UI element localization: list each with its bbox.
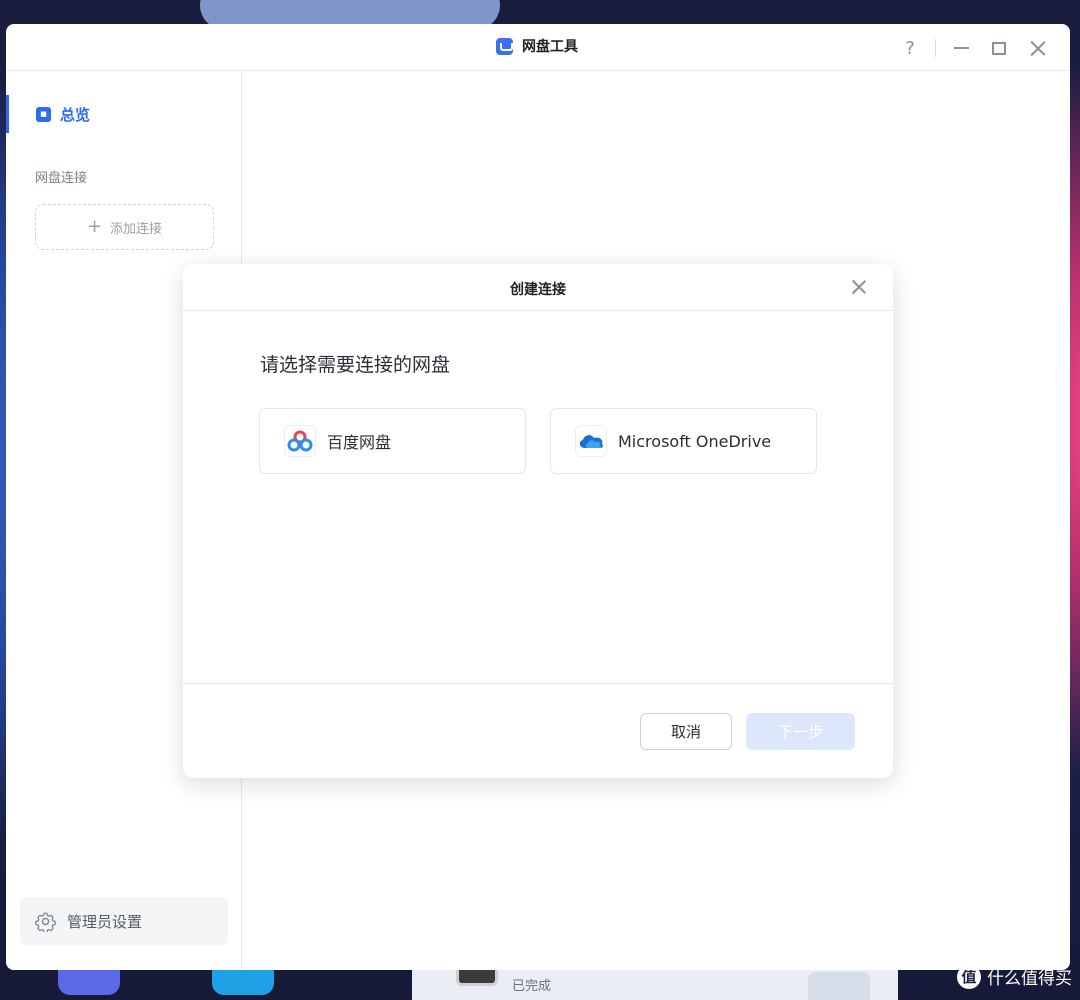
add-connection-button[interactable]: + 添加连接	[35, 204, 214, 250]
option-baidu-netdisk[interactable]: 百度网盘	[259, 408, 526, 474]
dialog-prompt: 请选择需要连接的网盘	[260, 354, 451, 376]
option-onedrive[interactable]: Microsoft OneDrive	[550, 408, 817, 474]
option-label: 百度网盘	[327, 433, 392, 452]
add-connection-label: 添加连接	[110, 221, 163, 237]
minimize-button[interactable]	[942, 34, 980, 62]
onedrive-icon	[575, 425, 607, 457]
netdisk-app-icon	[496, 37, 513, 55]
option-label: Microsoft OneDrive	[618, 431, 772, 451]
controls-divider	[935, 39, 936, 57]
help-icon: ?	[905, 37, 915, 59]
dialog-footer-divider	[183, 683, 893, 684]
maximize-icon	[992, 41, 1006, 55]
overview-icon: ■	[36, 106, 51, 122]
next-step-button[interactable]: 下一步	[746, 713, 855, 750]
dialog-close-button[interactable]	[851, 279, 867, 295]
help-button[interactable]: ?	[891, 34, 929, 62]
title-bar: 网盘工具 ?	[6, 24, 1070, 71]
gear-icon	[35, 912, 56, 932]
window-controls: ?	[891, 34, 1056, 62]
dialog-title: 创建连接	[510, 282, 566, 298]
sidebar-item-label: 总览	[60, 105, 91, 124]
sidebar-item-overview[interactable]: ■ 总览	[6, 95, 242, 133]
create-connection-dialog: 创建连接 请选择需要连接的网盘 百度网盘 Microsoft OneDrive …	[183, 264, 893, 778]
task-status-text: 已完成	[512, 979, 552, 994]
window-title-group: 网盘工具	[496, 36, 578, 56]
minimize-icon	[953, 47, 969, 49]
window-title: 网盘工具	[522, 39, 578, 55]
maximize-button[interactable]	[980, 34, 1018, 62]
admin-settings-button[interactable]: 管理员设置	[20, 897, 228, 945]
section-label-connections: 网盘连接	[35, 171, 88, 186]
dialog-header: 创建连接	[183, 264, 893, 311]
plus-icon: +	[86, 216, 103, 237]
task-check-icon	[808, 972, 870, 1000]
baidu-netdisk-icon	[284, 425, 316, 457]
close-icon	[1030, 41, 1045, 56]
admin-settings-label: 管理员设置	[67, 912, 143, 931]
cancel-button[interactable]: 取消	[640, 713, 732, 750]
close-window-button[interactable]	[1018, 34, 1056, 62]
